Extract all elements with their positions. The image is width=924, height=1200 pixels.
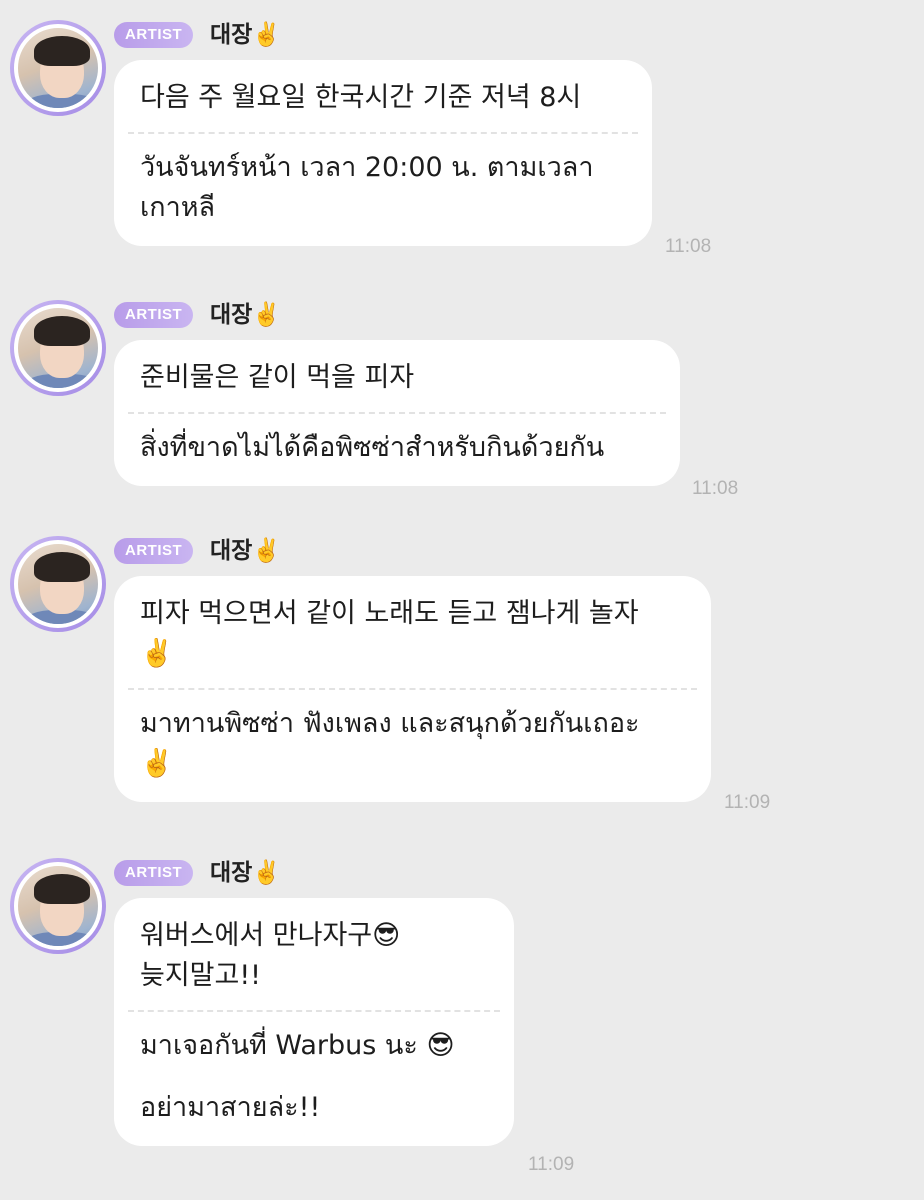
artist-badge: ARTIST (114, 538, 194, 564)
thai-text-line: มาเจอกันที่ Warbus นะ 😎 (140, 1030, 455, 1061)
thai-text-line: มาทานพิซซ่า ฟังเพลง และสนุกด้วยกันเถอะ (140, 708, 640, 739)
sender-name: 대장✌️ (210, 538, 281, 564)
translation-divider (128, 412, 666, 414)
thai-text-line: ✌️ (140, 748, 174, 779)
artist-badge: ARTIST (114, 22, 194, 48)
korean-text-line: 다음 주 월요일 한국시간 기준 저녁 8시 (140, 82, 582, 113)
translation-divider (128, 1010, 500, 1012)
sender-avatar[interactable] (10, 536, 106, 632)
artist-badge: ARTIST (114, 302, 194, 328)
sender-name: 대장✌️ (210, 302, 281, 328)
avatar-photo (14, 304, 102, 392)
avatar-photo (14, 24, 102, 112)
thai-text-line: สิ่งที่ขาดไม่ได้คือพิซซ่าสำหรับกินด้วยกั… (140, 432, 605, 463)
message-timestamp: 11:08 (692, 478, 739, 499)
message-timestamp: 11:09 (528, 1154, 575, 1175)
sender-name: 대장✌️ (210, 860, 281, 886)
korean-text-line: 늦지말고!! (140, 960, 262, 991)
sender-avatar[interactable] (10, 20, 106, 116)
avatar-photo (14, 862, 102, 950)
message-bubble[interactable]: 피자 먹으면서 같이 노래도 듣고 잼나게 놀자 ✌️ มาทานพิซซ่า … (114, 576, 711, 802)
artist-badge: ARTIST (114, 860, 194, 886)
message-bubble[interactable]: 다음 주 월요일 한국시간 기준 저녁 8시 วันจันทร์หน้า เวล… (114, 60, 652, 246)
korean-text-line: 피자 먹으면서 같이 노래도 듣고 잼나게 놀자 (140, 598, 639, 629)
message-bubble[interactable]: 준비물은 같이 먹을 피자 สิ่งที่ขาดไม่ได้คือพิซซ่าส… (114, 340, 680, 486)
korean-text-line: 준비물은 같이 먹을 피자 (140, 362, 415, 393)
avatar-photo (14, 540, 102, 628)
thai-text-line: วันจันทร์หน้า เวลา 20:00 น. ตามเวลา (140, 152, 594, 183)
translation-divider (128, 132, 638, 134)
sender-avatar[interactable] (10, 300, 106, 396)
korean-text-line: ✌️ (140, 638, 174, 669)
message-bubble[interactable]: 워버스에서 만나자구😎 늦지말고!! มาเจอกันที่ Warbus นะ… (114, 898, 514, 1146)
sender-name: 대장✌️ (210, 22, 281, 48)
translation-divider (128, 688, 697, 690)
sender-avatar[interactable] (10, 858, 106, 954)
message-timestamp: 11:09 (724, 792, 771, 813)
chat-thread: ARTIST 대장✌️ 다음 주 월요일 한국시간 기준 저녁 8시 วันจั… (0, 0, 924, 1200)
thai-text-line: เกาหลี (140, 192, 216, 223)
korean-text-line: 워버스에서 만나자구😎 (140, 920, 401, 951)
message-timestamp: 11:08 (665, 236, 712, 257)
thai-text-line: อย่ามาสายล่ะ!! (140, 1092, 321, 1123)
